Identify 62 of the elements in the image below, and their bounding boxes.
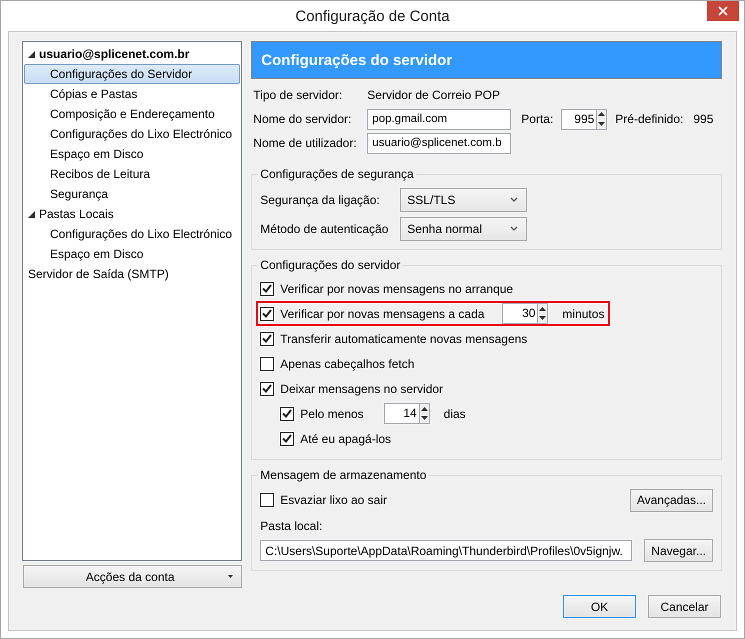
checkbox-label: Deixar mensagens no servidor [280, 382, 444, 396]
tree-item[interactable]: Pastas Locais [24, 204, 240, 224]
checkbox-label: Transferir automaticamente novas mensagens [280, 332, 528, 346]
dialog-button[interactable]: OK [563, 595, 636, 618]
tree-item[interactable]: Cópias e Pastas [24, 84, 240, 104]
field-value: 995 [693, 112, 714, 126]
tree-item[interactable]: Configurações do Lixo Electrónico [24, 224, 240, 244]
tree-item[interactable]: Configurações do Servidor [24, 64, 240, 84]
field-label: Porta: [521, 112, 554, 126]
close-icon [718, 6, 728, 16]
field-label: Pré-definido: [615, 112, 684, 126]
group-title: Configurações de segurança [259, 167, 415, 181]
tree-item[interactable]: Servidor de Saída (SMTP) [24, 264, 240, 284]
tree-item[interactable]: usuario@splicenet.com.br [24, 44, 240, 64]
tree-item[interactable]: Espaço em Disco [24, 244, 240, 264]
checkbox-label: Verificar por novas mensagens no arranque [280, 282, 514, 296]
unit-label: minutos [562, 306, 604, 320]
checkbox[interactable] [260, 356, 274, 370]
field-label: Nome de utilizador: [253, 136, 358, 150]
tree-item[interactable]: Espaço em Disco [24, 144, 240, 164]
caret-icon [228, 575, 234, 578]
checkbox-label: Até eu apagá-los [300, 432, 392, 446]
checkbox[interactable] [260, 493, 274, 507]
field-label: Tipo de servidor: [253, 88, 344, 102]
dropdown[interactable]: Senha normal [400, 216, 528, 240]
checkbox[interactable] [260, 306, 274, 320]
close-button[interactable] [707, 1, 739, 21]
advanced-button[interactable]: Avançadas... [630, 488, 713, 512]
checkbox[interactable] [260, 282, 274, 296]
checkbox-label: Esvaziar lixo ao sair [280, 493, 388, 507]
group-title: Mensagem de armazenamento [259, 468, 428, 482]
checkbox[interactable] [260, 382, 274, 396]
tree-item[interactable]: Recibos de Leitura [24, 164, 240, 184]
tree-item[interactable]: Configurações do Lixo Electrónico [24, 124, 240, 144]
chevron-down-icon [510, 197, 518, 202]
checkbox[interactable] [280, 406, 294, 420]
account-actions-button[interactable]: Acções da conta [23, 565, 242, 588]
dropdown[interactable]: SSL/TLS [400, 188, 528, 212]
server-name-field[interactable]: pop.gmail.com [367, 108, 512, 130]
chevron-down-icon [510, 226, 518, 231]
tree-item[interactable]: Composição e Endereçamento [24, 104, 240, 124]
expander-icon[interactable] [28, 210, 35, 218]
checkbox-label: Verificar por novas mensagens a cada [280, 306, 484, 320]
expander-icon[interactable] [28, 50, 35, 58]
unit-label: dias [444, 406, 466, 420]
field-label: Método de autenticação [260, 222, 390, 236]
checkbox[interactable] [280, 432, 294, 446]
local-folder-field[interactable]: C:\Users\Suporte\AppData\Roaming\Thunderbird\Profiles\0v5ignjw. [260, 540, 632, 561]
browse-button[interactable]: Navegar... [644, 539, 713, 562]
dialog-button[interactable]: Cancelar [648, 595, 721, 618]
field-label: Pasta local: [260, 519, 324, 533]
tree-item[interactable]: Segurança [24, 184, 240, 204]
field-label: Nome do servidor: [253, 112, 352, 126]
checkbox-label: Apenas cabeçalhos fetch [280, 356, 414, 370]
group-title: Configurações do servidor [259, 258, 402, 272]
checkbox-label: Pelo menos [300, 406, 364, 420]
section-header: Configurações do servidor [251, 41, 722, 79]
checkbox[interactable] [260, 332, 274, 346]
field-value: Servidor de Correio POP [367, 88, 500, 102]
username-field[interactable]: usuario@splicenet.com.b [367, 132, 512, 154]
window-title: Configuração de Conta [295, 8, 450, 24]
field-label: Segurança da ligação: [260, 192, 381, 206]
